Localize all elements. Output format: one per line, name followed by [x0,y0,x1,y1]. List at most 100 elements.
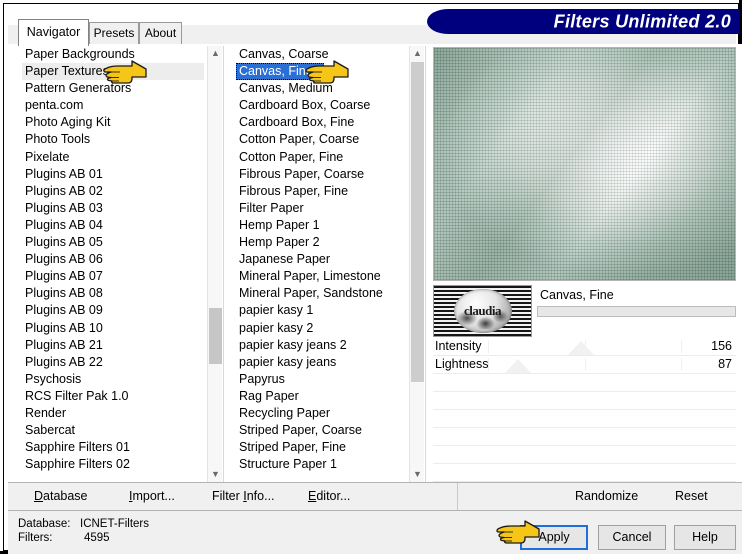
randomize-button[interactable]: Randomize [575,489,638,503]
apply-button[interactable]: Apply [520,525,588,550]
database-button[interactable]: Database [34,489,88,503]
category-list-item[interactable]: Plugins AB 03 [22,200,204,217]
category-list-item[interactable]: Paper Backgrounds [22,46,204,63]
database-label: Database: [18,518,71,530]
scroll-up-icon[interactable]: ▲ [208,46,223,61]
category-list-item[interactable]: Plugins AB 04 [22,217,204,234]
category-list-item[interactable]: Plugins AB 05 [22,234,204,251]
category-list-item[interactable]: Pixelate [22,149,204,166]
category-list[interactable]: Paper Backgrounds Paper Textures Pattern G… [22,46,204,482]
category-list-item[interactable]: Photo Aging Kit [22,114,204,131]
filter-list-item[interactable]: Fibrous Paper, Coarse [236,166,406,183]
category-list-item[interactable]: Plugins AB 09 [22,302,204,319]
filter-list-item[interactable]: Recycling Paper [236,405,406,422]
help-button[interactable]: Help [674,525,736,550]
filter-list-item[interactable]: Cardboard Box, Coarse [236,97,406,114]
slider-tick [681,340,683,353]
filter-list-item[interactable]: Canvas, Medium [236,80,406,97]
filter-list-item[interactable]: Filter Paper [236,200,406,217]
filter-list-item[interactable]: Hemp Paper 2 [236,234,406,251]
category-list-item[interactable]: Sapphire Filters 02 [22,456,204,473]
preview-image[interactable] [433,47,736,281]
import-button[interactable]: Import... [129,489,175,503]
tab-about[interactable]: About [139,22,182,45]
category-list-item[interactable]: Photo Tools [22,131,204,148]
filter-list-item[interactable]: Cotton Paper, Coarse [236,131,406,148]
filter-list-item[interactable]: Striped Paper, Coarse [236,422,406,439]
filter-list-item[interactable]: Striped Paper, Fine [236,439,406,456]
slider-value: 156 [711,339,732,353]
cancel-button[interactable]: Cancel [598,525,666,550]
filter-list[interactable]: Canvas, Coarse Canvas, Fine Canvas, Medium… [236,46,406,482]
category-list-scrollbar[interactable]: ▲ ▼ [207,46,222,482]
category-list-item[interactable]: Plugins AB 01 [22,166,204,183]
scroll-down-icon[interactable]: ▼ [410,467,425,482]
category-list-item[interactable]: Plugins AB 08 [22,285,204,302]
filter-list-item[interactable]: Hemp Paper 1 [236,217,406,234]
category-list-item[interactable]: Pattern Generators [22,80,204,97]
filter-list-item[interactable]: Cardboard Box, Fine [236,114,406,131]
category-list-item[interactable]: RCS Filter Pak 1.0 [22,388,204,405]
filter-list-item[interactable]: Japanese Paper [236,251,406,268]
category-list-item[interactable]: Plugins AB 10 [22,320,204,337]
scroll-up-icon[interactable]: ▲ [410,46,425,61]
slider-row[interactable]: Intensity 156 [433,338,736,356]
filter-logo-thumbnail: claudia [433,285,532,337]
slider-tick [681,358,683,371]
database-value: ICNET-Filters [80,518,149,530]
filter-list-item[interactable]: Mineral Paper, Sandstone [236,285,406,302]
category-list-item[interactable]: Sabercat [22,422,204,439]
slider-row-empty [433,464,736,482]
filter-list-item[interactable]: Papyrus [236,371,406,388]
filter-list-item[interactable]: Canvas, Coarse [236,46,406,63]
filter-list-item[interactable]: Structure Paper 1 [236,456,406,473]
category-list-item[interactable]: Render [22,405,204,422]
database-button-label: atabase [43,489,88,503]
tab-navigator[interactable]: Navigator [18,19,89,46]
main-content: Paper Backgrounds Paper Textures Pattern G… [8,44,742,482]
filter-info-strip: claudia Canvas, Fine [433,285,736,337]
filters-count-label: Filters: [18,532,53,544]
category-list-item[interactable]: Psychosis [22,371,204,388]
app-title: Filters Unlimited 2.0 [553,11,731,31]
slider-thumb[interactable] [504,359,531,373]
category-list-item[interactable]: Plugins AB 02 [22,183,204,200]
filter-list-item[interactable]: Mineral Paper, Limestone [236,268,406,285]
filter-info-button[interactable]: Filter Info... [212,489,275,503]
filter-list-scrollbar[interactable]: ▲ ▼ [409,46,424,482]
toolbar-divider [457,483,458,510]
filters-unlimited-window: Navigator Presets About Filters Unlimite… [0,0,742,554]
filter-list-item[interactable]: Cotton Paper, Fine [236,149,406,166]
scroll-down-icon[interactable]: ▼ [208,467,223,482]
slider-row[interactable]: Lightness 87 [433,356,736,374]
filter-list-item[interactable]: papier kasy 2 [236,320,406,337]
slider-row-empty [433,374,736,392]
category-list-item[interactable]: penta.com [22,97,204,114]
slider-row-empty [433,410,736,428]
filter-list-item[interactable]: papier kasy jeans [236,354,406,371]
title-banner: Filters Unlimited 2.0 [427,9,740,34]
category-list-item[interactable]: Plugins AB 07 [22,268,204,285]
slider-thumb[interactable] [568,341,595,355]
filter-list-item[interactable]: papier kasy 1 [236,302,406,319]
scrollbar-thumb[interactable] [209,308,222,364]
slider-tick [584,358,586,371]
slider-label: Intensity [435,339,482,353]
filter-list-item[interactable]: Rag Paper [236,388,406,405]
category-list-item[interactable]: Plugins AB 21 [22,337,204,354]
filter-list-item[interactable]: Fibrous Paper, Fine [236,183,406,200]
selected-filter-name: Canvas, Fine [540,288,614,302]
filter-list-item-selected[interactable]: Canvas, Fine [236,63,324,81]
tab-presets[interactable]: Presets [89,22,139,45]
reset-button[interactable]: Reset [675,489,708,503]
category-list-item[interactable]: Paper Textures [22,63,204,81]
category-list-item[interactable]: Plugins AB 22 [22,354,204,371]
category-list-item[interactable]: Plugins AB 06 [22,251,204,268]
editor-button[interactable]: Editor... [308,489,350,503]
pane-divider-2 [425,46,426,482]
scrollbar-thumb[interactable] [411,62,424,382]
category-list-item[interactable]: Sapphire Filters 01 [22,439,204,456]
parameter-sliders: Intensity 156 Lightness 87 [433,338,736,482]
filter-list-item[interactable]: papier kasy jeans 2 [236,337,406,354]
status-bar: Database: ICNET-Filters Filters: 4595 Ap… [8,511,742,554]
